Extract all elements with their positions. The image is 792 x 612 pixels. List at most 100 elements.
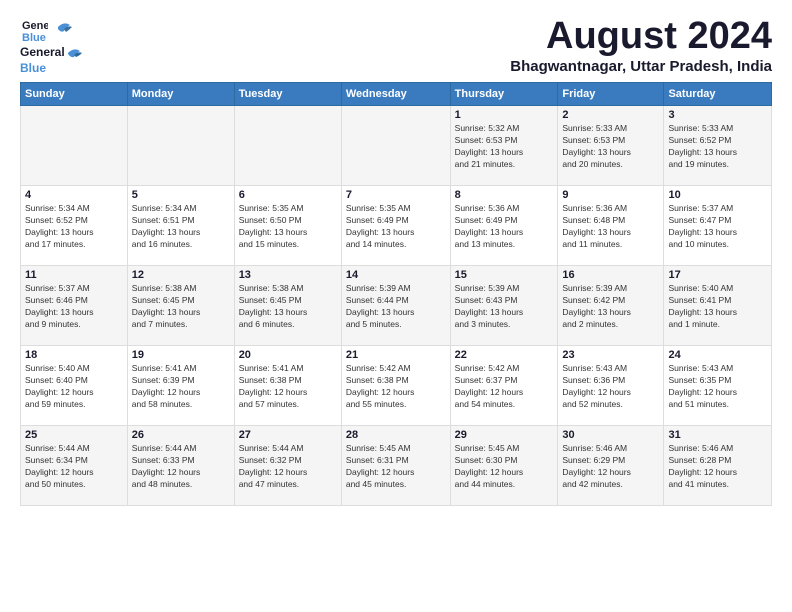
day-info: Sunrise: 5:46 AM Sunset: 6:29 PM Dayligh… bbox=[562, 443, 659, 491]
logo-blue-text: Blue bbox=[20, 61, 46, 75]
day-info: Sunrise: 5:39 AM Sunset: 6:44 PM Dayligh… bbox=[346, 283, 446, 331]
day-info: Sunrise: 5:33 AM Sunset: 6:53 PM Dayligh… bbox=[562, 123, 659, 171]
day-number: 27 bbox=[239, 429, 337, 441]
calendar-cell: 14 Sunrise: 5:39 AM Sunset: 6:44 PM Dayli… bbox=[341, 266, 450, 346]
calendar-cell: 19 Sunrise: 5:41 AM Sunset: 6:39 PM Dayli… bbox=[127, 346, 234, 426]
calendar-table: SundayMondayTuesdayWednesdayThursdayFrid… bbox=[20, 82, 772, 506]
day-number: 24 bbox=[668, 349, 767, 361]
day-number: 9 bbox=[562, 189, 659, 201]
day-info: Sunrise: 5:36 AM Sunset: 6:49 PM Dayligh… bbox=[455, 203, 554, 251]
day-info: Sunrise: 5:41 AM Sunset: 6:39 PM Dayligh… bbox=[132, 363, 230, 411]
calendar-week-2: 11 Sunrise: 5:37 AM Sunset: 6:46 PM Dayli… bbox=[21, 266, 772, 346]
calendar-cell: 2 Sunrise: 5:33 AM Sunset: 6:53 PM Daylig… bbox=[558, 106, 664, 186]
day-number: 11 bbox=[25, 269, 123, 281]
day-header-tuesday: Tuesday bbox=[234, 83, 341, 106]
day-number: 14 bbox=[346, 269, 446, 281]
calendar-cell: 6 Sunrise: 5:35 AM Sunset: 6:50 PM Daylig… bbox=[234, 186, 341, 266]
logo-bird-svg: General Blue bbox=[20, 16, 48, 44]
day-number: 12 bbox=[132, 269, 230, 281]
calendar-cell: 18 Sunrise: 5:40 AM Sunset: 6:40 PM Dayli… bbox=[21, 346, 128, 426]
header-row: SundayMondayTuesdayWednesdayThursdayFrid… bbox=[21, 83, 772, 106]
day-info: Sunrise: 5:35 AM Sunset: 6:50 PM Dayligh… bbox=[239, 203, 337, 251]
calendar-cell: 25 Sunrise: 5:44 AM Sunset: 6:34 PM Dayli… bbox=[21, 426, 128, 506]
day-info: Sunrise: 5:43 AM Sunset: 6:35 PM Dayligh… bbox=[668, 363, 767, 411]
day-info: Sunrise: 5:45 AM Sunset: 6:30 PM Dayligh… bbox=[455, 443, 554, 491]
day-info: Sunrise: 5:43 AM Sunset: 6:36 PM Dayligh… bbox=[562, 363, 659, 411]
day-header-sunday: Sunday bbox=[21, 83, 128, 106]
day-number: 2 bbox=[562, 109, 659, 121]
day-number: 31 bbox=[668, 429, 767, 441]
calendar-cell: 13 Sunrise: 5:38 AM Sunset: 6:45 PM Dayli… bbox=[234, 266, 341, 346]
calendar-cell: 4Sunrise: 5:34 AM Sunset: 6:52 PM Daylig… bbox=[21, 186, 128, 266]
day-number: 5 bbox=[132, 189, 230, 201]
day-header-friday: Friday bbox=[558, 83, 664, 106]
day-info: Sunrise: 5:36 AM Sunset: 6:48 PM Dayligh… bbox=[562, 203, 659, 251]
day-info: Sunrise: 5:40 AM Sunset: 6:40 PM Dayligh… bbox=[25, 363, 123, 411]
day-info: Sunrise: 5:42 AM Sunset: 6:37 PM Dayligh… bbox=[455, 363, 554, 411]
day-info: Sunrise: 5:45 AM Sunset: 6:31 PM Dayligh… bbox=[346, 443, 446, 491]
day-number: 7 bbox=[346, 189, 446, 201]
day-info: Sunrise: 5:40 AM Sunset: 6:41 PM Dayligh… bbox=[668, 283, 767, 331]
day-header-wednesday: Wednesday bbox=[341, 83, 450, 106]
calendar-cell: 5 Sunrise: 5:34 AM Sunset: 6:51 PM Daylig… bbox=[127, 186, 234, 266]
day-number: 18 bbox=[25, 349, 123, 361]
day-info: Sunrise: 5:38 AM Sunset: 6:45 PM Dayligh… bbox=[132, 283, 230, 331]
calendar-cell: 24 Sunrise: 5:43 AM Sunset: 6:35 PM Dayli… bbox=[664, 346, 772, 426]
day-number: 19 bbox=[132, 349, 230, 361]
logo-general-text: General bbox=[20, 45, 65, 59]
day-info: Sunrise: 5:46 AM Sunset: 6:28 PM Dayligh… bbox=[668, 443, 767, 491]
day-number: 1 bbox=[455, 109, 554, 121]
calendar-cell: 7 Sunrise: 5:35 AM Sunset: 6:49 PM Daylig… bbox=[341, 186, 450, 266]
calendar-cell: 16 Sunrise: 5:39 AM Sunset: 6:42 PM Dayli… bbox=[558, 266, 664, 346]
day-number: 3 bbox=[668, 109, 767, 121]
logo-bird-small bbox=[66, 47, 84, 59]
day-number: 17 bbox=[668, 269, 767, 281]
day-info: Sunrise: 5:42 AM Sunset: 6:38 PM Dayligh… bbox=[346, 363, 446, 411]
day-header-thursday: Thursday bbox=[450, 83, 558, 106]
day-info: Sunrise: 5:44 AM Sunset: 6:32 PM Dayligh… bbox=[239, 443, 337, 491]
calendar-cell bbox=[234, 106, 341, 186]
calendar-cell: 21 Sunrise: 5:42 AM Sunset: 6:38 PM Dayli… bbox=[341, 346, 450, 426]
day-info: Sunrise: 5:39 AM Sunset: 6:43 PM Dayligh… bbox=[455, 283, 554, 331]
day-number: 16 bbox=[562, 269, 659, 281]
day-info: Sunrise: 5:44 AM Sunset: 6:34 PM Dayligh… bbox=[25, 443, 123, 491]
calendar-cell: 22Sunrise: 5:42 AM Sunset: 6:37 PM Dayli… bbox=[450, 346, 558, 426]
calendar-week-3: 18 Sunrise: 5:40 AM Sunset: 6:40 PM Dayli… bbox=[21, 346, 772, 426]
day-info: Sunrise: 5:34 AM Sunset: 6:51 PM Dayligh… bbox=[132, 203, 230, 251]
calendar-cell: 8Sunrise: 5:36 AM Sunset: 6:49 PM Daylig… bbox=[450, 186, 558, 266]
calendar-cell: 29Sunrise: 5:45 AM Sunset: 6:30 PM Dayli… bbox=[450, 426, 558, 506]
calendar-cell bbox=[341, 106, 450, 186]
day-info: Sunrise: 5:34 AM Sunset: 6:52 PM Dayligh… bbox=[25, 203, 123, 251]
day-info: Sunrise: 5:38 AM Sunset: 6:45 PM Dayligh… bbox=[239, 283, 337, 331]
day-number: 30 bbox=[562, 429, 659, 441]
day-info: Sunrise: 5:37 AM Sunset: 6:46 PM Dayligh… bbox=[25, 283, 123, 331]
day-number: 15 bbox=[455, 269, 554, 281]
day-info: Sunrise: 5:35 AM Sunset: 6:49 PM Dayligh… bbox=[346, 203, 446, 251]
day-info: Sunrise: 5:39 AM Sunset: 6:42 PM Dayligh… bbox=[562, 283, 659, 331]
day-number: 21 bbox=[346, 349, 446, 361]
svg-text:General: General bbox=[22, 20, 48, 32]
calendar-cell: 30 Sunrise: 5:46 AM Sunset: 6:29 PM Dayli… bbox=[558, 426, 664, 506]
title-block: August 2024 Bhagwantnagar, Uttar Pradesh… bbox=[510, 16, 772, 75]
day-number: 13 bbox=[239, 269, 337, 281]
day-number: 28 bbox=[346, 429, 446, 441]
calendar-cell: 3Sunrise: 5:33 AM Sunset: 6:52 PM Daylig… bbox=[664, 106, 772, 186]
month-title: August 2024 bbox=[510, 16, 772, 58]
calendar-cell: 27 Sunrise: 5:44 AM Sunset: 6:32 PM Dayli… bbox=[234, 426, 341, 506]
location: Bhagwantnagar, Uttar Pradesh, India bbox=[510, 58, 772, 75]
day-header-saturday: Saturday bbox=[664, 83, 772, 106]
day-info: Sunrise: 5:44 AM Sunset: 6:33 PM Dayligh… bbox=[132, 443, 230, 491]
calendar-cell bbox=[21, 106, 128, 186]
svg-text:Blue: Blue bbox=[22, 32, 46, 44]
header: General Blue General Blue August 2024 Bh… bbox=[20, 16, 772, 76]
calendar-cell: 28 Sunrise: 5:45 AM Sunset: 6:31 PM Dayli… bbox=[341, 426, 450, 506]
calendar-cell: 11 Sunrise: 5:37 AM Sunset: 6:46 PM Dayli… bbox=[21, 266, 128, 346]
day-number: 6 bbox=[239, 189, 337, 201]
calendar-cell: 1Sunrise: 5:32 AM Sunset: 6:53 PM Daylig… bbox=[450, 106, 558, 186]
calendar-cell: 12 Sunrise: 5:38 AM Sunset: 6:45 PM Dayli… bbox=[127, 266, 234, 346]
calendar-cell: 10Sunrise: 5:37 AM Sunset: 6:47 PM Dayli… bbox=[664, 186, 772, 266]
day-number: 26 bbox=[132, 429, 230, 441]
calendar-week-0: 1Sunrise: 5:32 AM Sunset: 6:53 PM Daylig… bbox=[21, 106, 772, 186]
day-number: 25 bbox=[25, 429, 123, 441]
calendar-week-1: 4Sunrise: 5:34 AM Sunset: 6:52 PM Daylig… bbox=[21, 186, 772, 266]
